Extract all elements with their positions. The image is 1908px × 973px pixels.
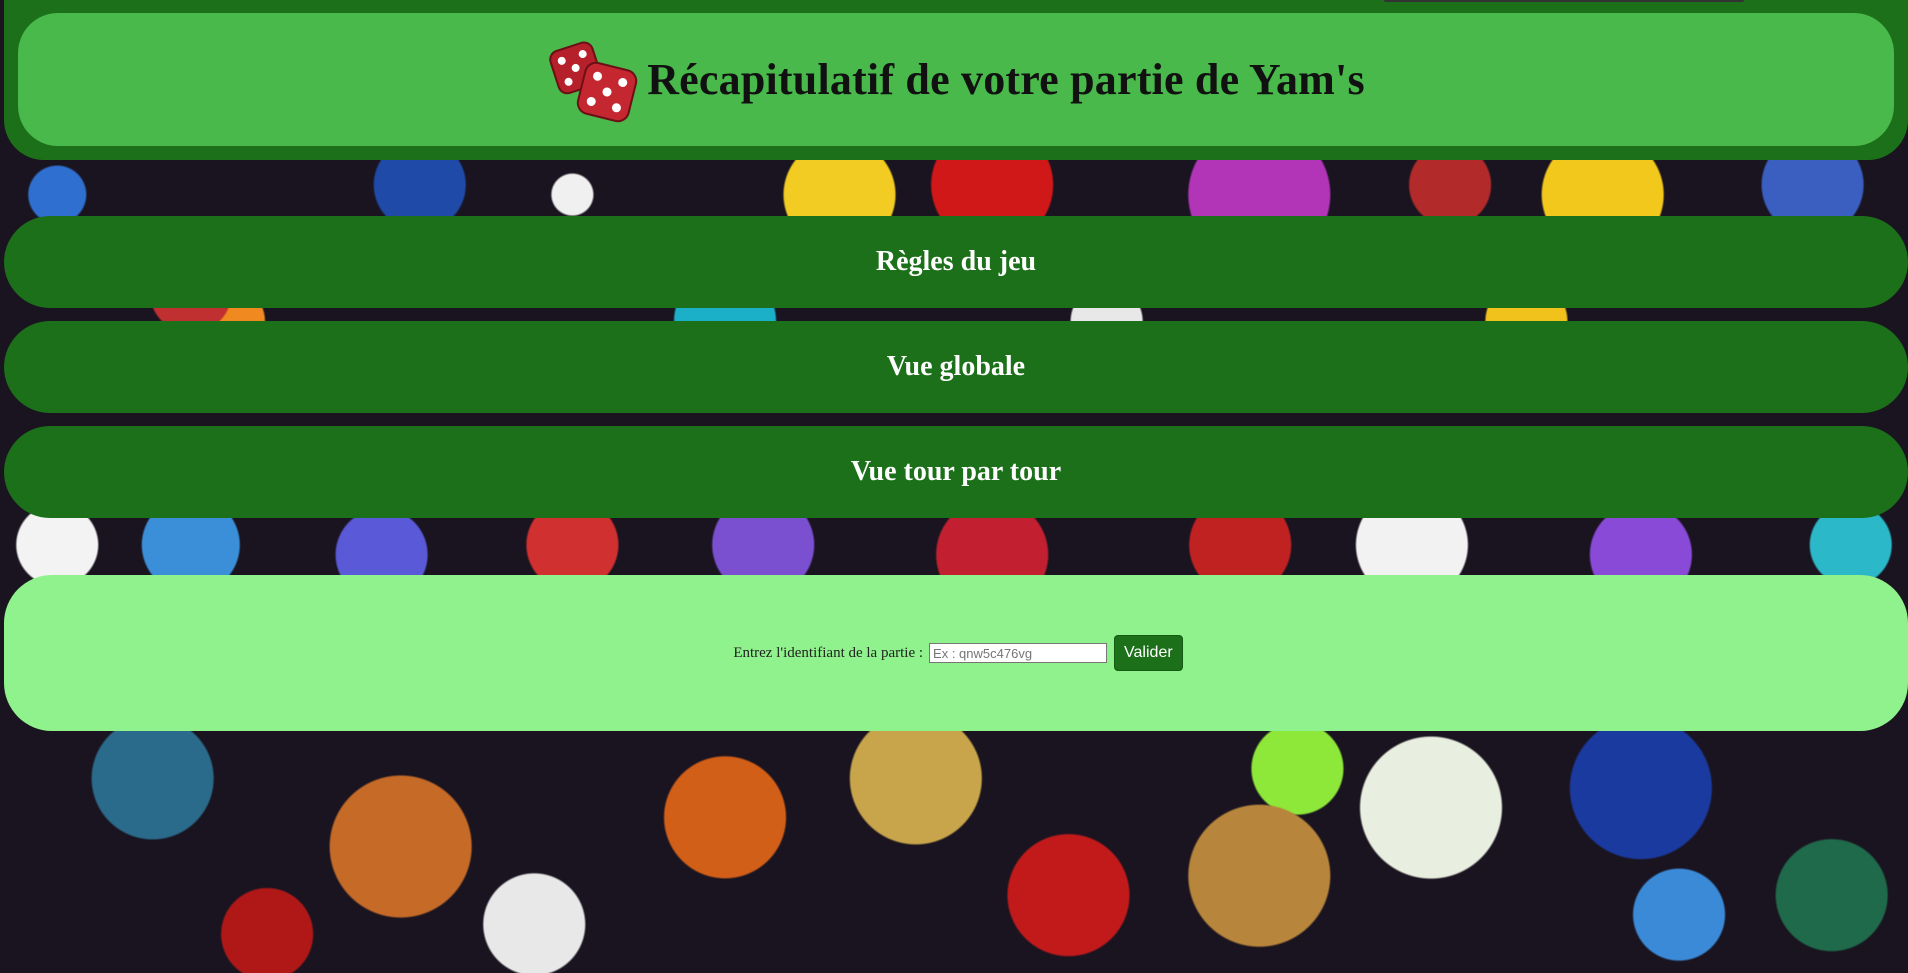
dice-icon: [549, 41, 638, 122]
global-view-button[interactable]: Vue globale: [4, 321, 1908, 413]
rules-button[interactable]: Règles du jeu: [4, 216, 1908, 308]
game-id-input[interactable]: [929, 643, 1108, 663]
game-id-label: Entrez l'identifiant de la partie :: [733, 644, 924, 661]
header-tab-decoration: [1384, 0, 1744, 2]
page-title: Récapitulatif de votre partie de Yam's: [647, 55, 1365, 104]
turn-by-turn-view-button[interactable]: Vue tour par tour: [4, 426, 1908, 518]
game-id-form: Entrez l'identifiant de la partie : Vali…: [733, 635, 1183, 671]
validate-button[interactable]: Valider: [1114, 635, 1183, 671]
game-id-form-panel: Entrez l'identifiant de la partie : Vali…: [4, 575, 1908, 731]
header-banner: Récapitulatif de votre partie de Yam's: [18, 13, 1894, 146]
page-header: Récapitulatif de votre partie de Yam's: [4, 0, 1908, 160]
